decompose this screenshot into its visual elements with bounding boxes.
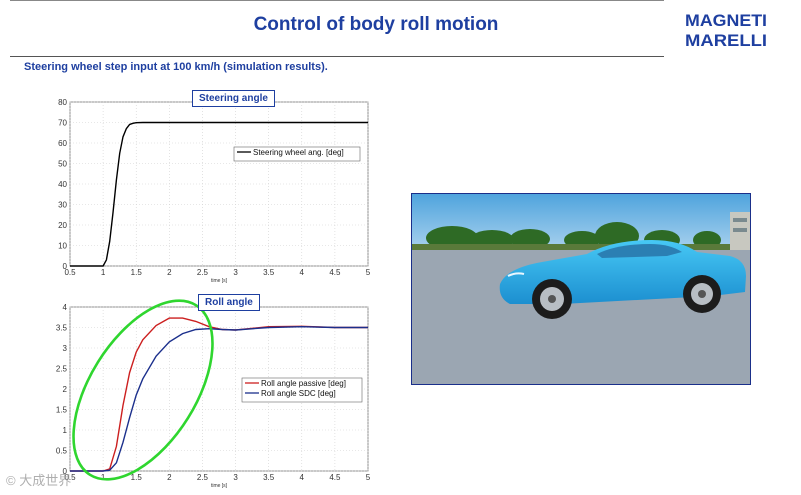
x-tick-label: 5 [366, 473, 371, 482]
legend-label: Roll angle passive [deg] [261, 379, 346, 388]
y-tick-label: 3 [63, 344, 68, 353]
y-tick-label: 1.5 [56, 406, 68, 415]
x-tick-label: 4.5 [329, 268, 341, 277]
x-tick-label: 4 [300, 473, 305, 482]
y-tick-label: 2 [63, 385, 68, 394]
y-tick-label: 80 [58, 98, 67, 107]
x-axis-label: time [s] [211, 483, 228, 489]
y-tick-label: 4 [63, 303, 68, 312]
legend-label: Roll angle SDC [deg] [261, 389, 336, 398]
x-tick-label: 2 [167, 268, 172, 277]
x-tick-label: 4.5 [329, 473, 341, 482]
y-tick-label: 20 [58, 221, 67, 230]
x-tick-label: 2.5 [197, 268, 209, 277]
watermark: © 大成世界 [6, 473, 72, 488]
x-tick-label: 3.5 [263, 473, 275, 482]
plot-area [69, 101, 369, 267]
x-tick-label: 5 [366, 268, 371, 277]
x-tick-label: 3 [233, 268, 238, 277]
x-tick-label: 4 [300, 268, 305, 277]
x-tick-label: 3.5 [263, 268, 275, 277]
x-tick-label: 2.5 [197, 473, 209, 482]
car-scene-illustration [412, 194, 750, 384]
steering-angle-chart-title: Steering angle [192, 90, 275, 107]
y-tick-label: 0.5 [56, 447, 68, 456]
y-tick-label: 1 [63, 426, 68, 435]
y-tick-label: 0 [63, 262, 68, 271]
x-tick-label: 1 [101, 473, 106, 482]
y-tick-label: 70 [58, 119, 67, 128]
x-tick-label: 2 [167, 473, 172, 482]
steering-angle-chart: 0.5 1 1.5 2 2.5 3 3.5 4 4.5 501020304050607080tim… [58, 98, 371, 284]
y-tick-label: 2.5 [56, 365, 68, 374]
legend-label: Steering wheel ang. [deg] [253, 148, 344, 157]
y-tick-label: 3.5 [56, 324, 68, 333]
y-tick-label: 40 [58, 180, 67, 189]
x-tick-label: 1.5 [131, 473, 143, 482]
y-tick-label: 60 [58, 139, 67, 148]
x-tick-label: 3 [233, 473, 238, 482]
roll-angle-chart-title: Roll angle [198, 294, 260, 311]
y-tick-label: 10 [58, 242, 67, 251]
x-tick-label: 1.5 [131, 268, 143, 277]
x-tick-label: 1 [101, 268, 106, 277]
y-tick-label: 30 [58, 201, 67, 210]
x-axis-label: time [s] [211, 278, 228, 284]
car-simulation-image [411, 193, 751, 385]
y-tick-label: 50 [58, 160, 67, 169]
